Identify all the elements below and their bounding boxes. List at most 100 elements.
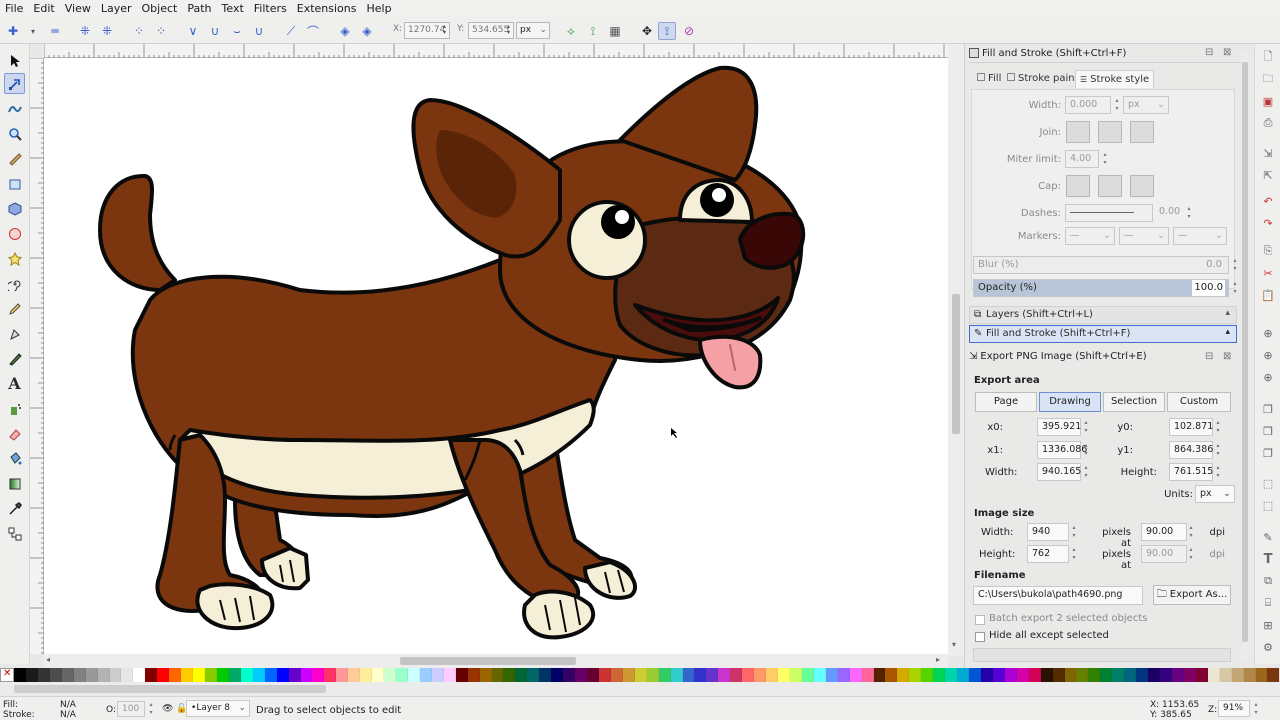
color-swatch[interactable]: [85, 668, 98, 682]
color-swatch[interactable]: [61, 668, 74, 682]
dash-pattern-select[interactable]: [1065, 204, 1153, 222]
color-swatch[interactable]: [861, 668, 874, 682]
cap-butt-button[interactable]: [1066, 175, 1090, 197]
bucket-tool-icon[interactable]: [4, 448, 25, 469]
dropper-tool-icon[interactable]: [4, 498, 25, 519]
color-swatch[interactable]: [587, 668, 599, 682]
miter-limit-field[interactable]: 4.00: [1065, 150, 1099, 168]
selector-tool-icon[interactable]: [4, 50, 25, 71]
layers-panel-header[interactable]: ⧉ Layers (Shift+Ctrl+L) ▴: [969, 306, 1237, 324]
color-swatch[interactable]: [801, 668, 814, 682]
menu-file[interactable]: File: [0, 0, 28, 18]
color-swatch[interactable]: [706, 668, 719, 682]
delete-node-icon[interactable]: ═: [46, 22, 64, 40]
color-swatch[interactable]: [969, 668, 981, 682]
menu-filters[interactable]: Filters: [249, 0, 292, 18]
color-swatch[interactable]: [157, 668, 170, 682]
color-swatch[interactable]: [646, 668, 659, 682]
node-symmetric-icon[interactable]: ⌣: [228, 22, 246, 40]
show-handles-icon[interactable]: ⟟: [584, 22, 602, 40]
color-swatch[interactable]: [216, 668, 229, 682]
x1-field[interactable]: 1336.086: [1037, 441, 1087, 459]
menu-object[interactable]: Object: [137, 0, 183, 18]
spinner-icon[interactable]: ▴ ▾: [1101, 151, 1109, 167]
paste-icon[interactable]: 📋: [1261, 288, 1275, 302]
unit-select[interactable]: px ⌄: [516, 22, 550, 39]
undo-icon[interactable]: ↶: [1261, 194, 1275, 208]
color-swatch[interactable]: [97, 668, 110, 682]
insert-node-icon[interactable]: ✚: [4, 22, 22, 40]
color-swatch[interactable]: [312, 668, 325, 682]
pencil-tool-icon[interactable]: [4, 298, 25, 319]
color-swatch[interactable]: [73, 668, 86, 682]
y1-field[interactable]: 864.386: [1169, 441, 1213, 459]
color-swatch[interactable]: [1255, 668, 1268, 682]
color-swatch[interactable]: [837, 668, 850, 682]
new-document-icon[interactable]: 🗋: [1261, 50, 1275, 64]
color-swatch[interactable]: [324, 668, 337, 682]
color-swatch[interactable]: [957, 668, 969, 682]
color-swatch[interactable]: [622, 668, 635, 682]
iconify-icon[interactable]: ⊟: [1205, 351, 1213, 362]
color-swatch[interactable]: [598, 668, 611, 682]
color-swatch[interactable]: [980, 668, 993, 682]
export-area-page-button[interactable]: Page: [975, 392, 1037, 412]
export-as-button[interactable]: 🗀 Export As...: [1153, 585, 1231, 605]
color-swatch[interactable]: [1219, 668, 1232, 682]
spinner-icon[interactable]: ▴ ▾: [1082, 464, 1090, 480]
color-swatch[interactable]: [1136, 668, 1149, 682]
color-swatch[interactable]: [575, 668, 587, 682]
spinner-icon[interactable]: ▴ ▾: [1082, 442, 1090, 458]
image-height-field[interactable]: 762: [1027, 545, 1069, 563]
menu-edit[interactable]: Edit: [28, 0, 59, 18]
spinner-icon[interactable]: ▴ ▾: [1070, 524, 1078, 540]
export-height-field[interactable]: 761.515: [1169, 463, 1213, 481]
spinner-icon[interactable]: ▴ ▾: [1214, 464, 1222, 480]
y0-field[interactable]: 102.871: [1169, 418, 1213, 436]
color-swatch[interactable]: [921, 668, 934, 682]
spinner-icon[interactable]: ▴ ▾: [1214, 419, 1222, 435]
close-icon[interactable]: ⊠: [1223, 351, 1231, 362]
color-swatch[interactable]: [1016, 668, 1029, 682]
node-cusp-icon[interactable]: ∨: [184, 22, 202, 40]
object-to-path-icon[interactable]: ◈: [336, 22, 354, 40]
stroke-width-field[interactable]: 0.000: [1065, 96, 1111, 114]
color-swatch[interactable]: [240, 668, 253, 682]
spinner-icon[interactable]: ▴ ▾: [1185, 205, 1193, 221]
rectangle-tool-icon[interactable]: [4, 173, 25, 194]
palette-scrollbar[interactable]: [0, 682, 1280, 696]
color-swatch[interactable]: [718, 668, 731, 682]
spinner-icon[interactable]: ▴ ▾: [1113, 97, 1121, 113]
color-swatch[interactable]: [384, 668, 396, 682]
color-swatch[interactable]: [1231, 668, 1244, 682]
color-swatch[interactable]: [849, 668, 862, 682]
color-swatch[interactable]: [897, 668, 910, 682]
stroke-unit-select[interactable]: px ⌄: [1123, 96, 1169, 114]
color-swatch[interactable]: [945, 668, 958, 682]
color-swatch[interactable]: [682, 668, 695, 682]
calligraphy-tool-icon[interactable]: [4, 348, 25, 369]
color-swatch[interactable]: [407, 668, 420, 682]
unlink-clone-icon[interactable]: ❐: [1261, 446, 1275, 460]
color-swatch[interactable]: [193, 668, 205, 682]
text-tool-icon[interactable]: A: [4, 373, 25, 394]
zoom-page-icon[interactable]: ⊕: [1261, 370, 1275, 384]
color-palette[interactable]: ✕: [0, 668, 1280, 682]
color-swatch[interactable]: [1052, 668, 1065, 682]
spinner-icon[interactable]: ▴ ▾: [505, 24, 512, 37]
color-swatch[interactable]: [479, 668, 492, 682]
drawing-canvas[interactable]: [44, 58, 948, 654]
export-icon[interactable]: ⇱: [1261, 168, 1275, 182]
ellipse-tool-icon[interactable]: [4, 223, 25, 244]
color-swatch[interactable]: [730, 668, 743, 682]
scroll-thumb[interactable]: [14, 685, 326, 693]
mid-marker-select[interactable]: — ⌄: [1119, 227, 1169, 245]
color-swatch[interactable]: [1160, 668, 1172, 682]
spinner-icon[interactable]: ▴ ▾: [1214, 442, 1222, 458]
join-miter-button[interactable]: [1066, 121, 1090, 143]
image-width-field[interactable]: 940: [1027, 523, 1069, 541]
export-area-custom-button[interactable]: Custom: [1167, 392, 1231, 412]
color-swatch[interactable]: [145, 668, 158, 682]
color-swatch[interactable]: [205, 668, 217, 682]
color-swatch[interactable]: [1124, 668, 1137, 682]
